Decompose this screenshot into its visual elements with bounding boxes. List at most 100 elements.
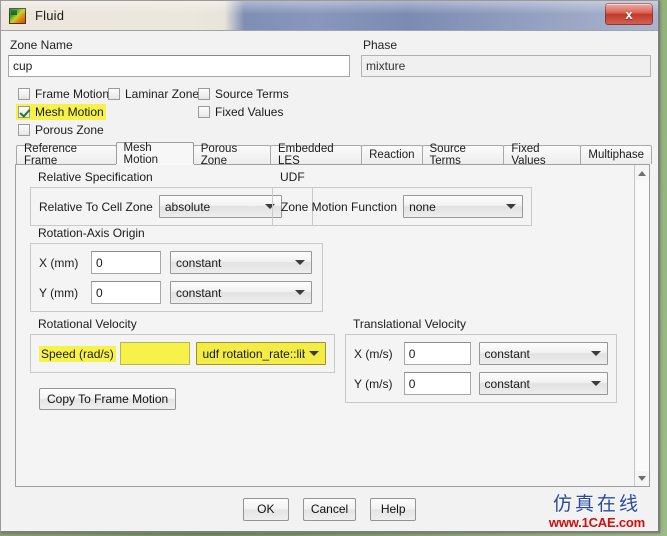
checkbox-checked-icon: [18, 106, 30, 118]
checkbox-label: Source Terms: [215, 87, 289, 101]
zone-name-label: Zone Name: [10, 38, 73, 52]
tab-fixed-values[interactable]: Fixed Values: [503, 143, 582, 167]
dropdown-value: absolute: [164, 199, 211, 214]
watermark-chinese-text: 仿真在线: [552, 493, 641, 515]
dialog-footer: OK Cancel Help 仿真在线 www.1CAE.com: [8, 487, 651, 531]
checkbox-box-icon: [18, 88, 30, 100]
dialog-client-area: 1CAE.COM Zone Name cup Phase mixture Fra…: [1, 31, 658, 531]
rotation-origin-y-input[interactable]: 0: [91, 281, 161, 304]
scrollbar-track[interactable]: [635, 180, 649, 471]
tab-mesh-motion[interactable]: Mesh Motion: [115, 142, 194, 166]
checkbox-porous-zone[interactable]: Porous Zone: [16, 122, 106, 138]
tab-reference-frame[interactable]: Reference Frame: [16, 143, 117, 167]
rotation-origin-x-input[interactable]: 0: [91, 251, 161, 274]
tab-source-terms[interactable]: Source Terms: [421, 143, 505, 167]
checkbox-label: Mesh Motion: [35, 105, 104, 119]
translational-x-row: X (m/s) 0 constant: [354, 342, 608, 365]
window-title-bar[interactable]: Fluid x: [1, 1, 658, 31]
fluid-dialog-window: Fluid x 1CAE.COM Zone Name cup Phase mix…: [0, 0, 660, 533]
speed-method-dropdown[interactable]: udf rotation_rate::libuc: [196, 342, 326, 365]
zone-options-checkboxes: Frame Motion Laminar Zone Source Terms M…: [8, 86, 651, 140]
speed-label: Speed (rad/s): [39, 345, 116, 362]
chevron-down-icon: [309, 351, 319, 356]
scroll-up-arrow-icon[interactable]: [636, 166, 649, 180]
udf-body: Zone Motion Function none: [272, 187, 532, 226]
rotation-origin-x-row: X (mm) 0 constant: [39, 251, 314, 274]
tab-label: Fixed Values: [511, 143, 546, 167]
fluent-app-icon: [9, 7, 26, 24]
rotation-origin-x-method-dropdown[interactable]: constant: [170, 251, 312, 274]
chevron-down-icon: [295, 260, 305, 265]
relative-specification-group: Relative Specification Relative To Cell …: [30, 170, 313, 226]
tab-label: Reference Frame: [24, 143, 78, 167]
checkbox-label: Fixed Values: [215, 105, 284, 119]
copy-to-frame-motion-button[interactable]: Copy To Frame Motion: [39, 388, 177, 410]
dropdown-value: constant: [484, 376, 530, 391]
zone-name-group: Zone Name cup: [8, 37, 350, 77]
chevron-down-icon: [295, 290, 305, 295]
checkbox-source-terms[interactable]: Source Terms: [196, 86, 291, 102]
rotation-origin-y-row: Y (mm) 0 constant: [39, 281, 314, 304]
checkbox-laminar-zone[interactable]: Laminar Zone: [106, 86, 201, 102]
udf-title: UDF: [280, 170, 305, 184]
window-title: Fluid: [35, 8, 65, 23]
site-watermark: 仿真在线 www.1CAE.com: [548, 493, 645, 530]
panel-vertical-scrollbar[interactable]: [634, 165, 649, 486]
zone-phase-row: Zone Name cup Phase mixture: [8, 37, 651, 77]
relative-to-cell-zone-row: Relative To Cell Zone absolute: [39, 195, 304, 218]
translational-x-method-dropdown[interactable]: constant: [478, 342, 608, 365]
checkbox-mesh-motion[interactable]: Mesh Motion: [16, 104, 106, 120]
tab-porous-zone[interactable]: Porous Zone: [192, 143, 271, 167]
checkbox-box-icon: [18, 124, 30, 136]
rotation-origin-y-label: Y (mm): [39, 285, 79, 300]
translational-y-method-dropdown[interactable]: constant: [478, 372, 608, 395]
translational-y-input[interactable]: 0: [403, 372, 471, 395]
dropdown-value: constant: [176, 255, 222, 270]
tab-embedded-les[interactable]: Embedded LES: [270, 143, 363, 167]
close-icon: x: [625, 6, 633, 22]
relative-specification-body: Relative To Cell Zone absolute: [30, 187, 313, 226]
watermark-url-text: www.1CAE.com: [548, 515, 645, 530]
help-button[interactable]: Help: [370, 497, 417, 521]
tab-label: Embedded LES: [278, 143, 334, 167]
zone-motion-function-row: Zone Motion Function none: [281, 195, 523, 218]
chevron-down-icon: [591, 381, 601, 386]
close-button[interactable]: x: [605, 3, 653, 25]
rotation-origin-y-method-dropdown[interactable]: constant: [170, 281, 312, 304]
dropdown-value: constant: [484, 346, 530, 361]
zone-name-input[interactable]: cup: [8, 55, 350, 77]
tab-label: Reaction: [369, 149, 415, 161]
mesh-motion-tab-panel: Relative Specification Relative To Cell …: [15, 164, 650, 487]
tab-label: Source Terms: [429, 143, 466, 167]
tab-reaction[interactable]: Reaction: [361, 145, 423, 164]
scroll-down-arrow-icon[interactable]: [636, 471, 649, 485]
translational-x-input[interactable]: 0: [403, 342, 471, 365]
checkbox-frame-motion[interactable]: Frame Motion: [16, 86, 111, 102]
udf-group: UDF Zone Motion Function none: [272, 170, 532, 226]
ok-button[interactable]: OK: [242, 497, 289, 521]
rotational-velocity-title: Rotational Velocity: [38, 317, 137, 331]
speed-input[interactable]: [119, 342, 191, 365]
translational-y-label: Y (m/s): [354, 376, 393, 391]
dropdown-value: constant: [176, 285, 222, 300]
chevron-down-icon: [506, 204, 516, 209]
phase-label: Phase: [363, 38, 398, 52]
tab-multiphase[interactable]: Multiphase: [580, 145, 653, 164]
checkbox-box-icon: [198, 88, 210, 100]
mesh-motion-panel-content: Relative Specification Relative To Cell …: [16, 165, 634, 486]
translational-velocity-group: Translational Velocity X (m/s) 0 constan…: [345, 317, 617, 403]
cancel-button[interactable]: Cancel: [302, 497, 357, 521]
chevron-down-icon: [591, 351, 601, 356]
rotation-axis-origin-group: Rotation-Axis Origin X (mm) 0 constant Y…: [30, 226, 323, 312]
tab-strip: Reference Frame Mesh Motion Porous Zone …: [8, 142, 653, 167]
dropdown-value: udf rotation_rate::libuc: [202, 346, 305, 361]
relative-to-cell-zone-dropdown[interactable]: absolute: [158, 195, 282, 218]
rotation-axis-origin-title: Rotation-Axis Origin: [38, 226, 145, 240]
translational-y-row: Y (m/s) 0 constant: [354, 372, 608, 395]
tab-label: Multiphase: [588, 149, 645, 161]
phase-group: Phase mixture: [361, 37, 651, 77]
checkbox-fixed-values[interactable]: Fixed Values: [196, 104, 285, 120]
checkbox-box-icon: [108, 88, 120, 100]
zone-motion-function-dropdown[interactable]: none: [403, 195, 523, 218]
translational-velocity-body: X (m/s) 0 constant Y (m/s) 0 constant: [345, 334, 617, 403]
